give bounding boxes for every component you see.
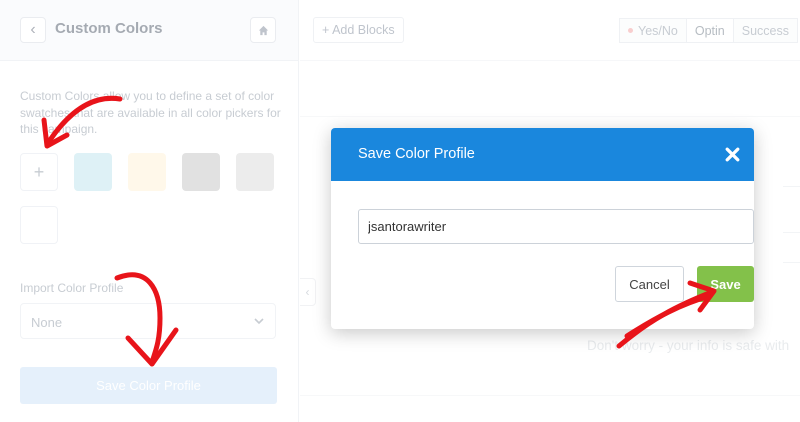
close-icon[interactable] bbox=[724, 146, 741, 163]
cancel-button[interactable]: Cancel bbox=[615, 266, 684, 302]
save-button[interactable]: Save bbox=[697, 266, 754, 302]
modal-header: Save Color Profile bbox=[331, 128, 754, 181]
modal-title: Save Color Profile bbox=[358, 146, 475, 162]
profile-name-input[interactable] bbox=[358, 209, 754, 244]
save-color-profile-modal: Save Color Profile Cancel Save bbox=[331, 128, 754, 329]
